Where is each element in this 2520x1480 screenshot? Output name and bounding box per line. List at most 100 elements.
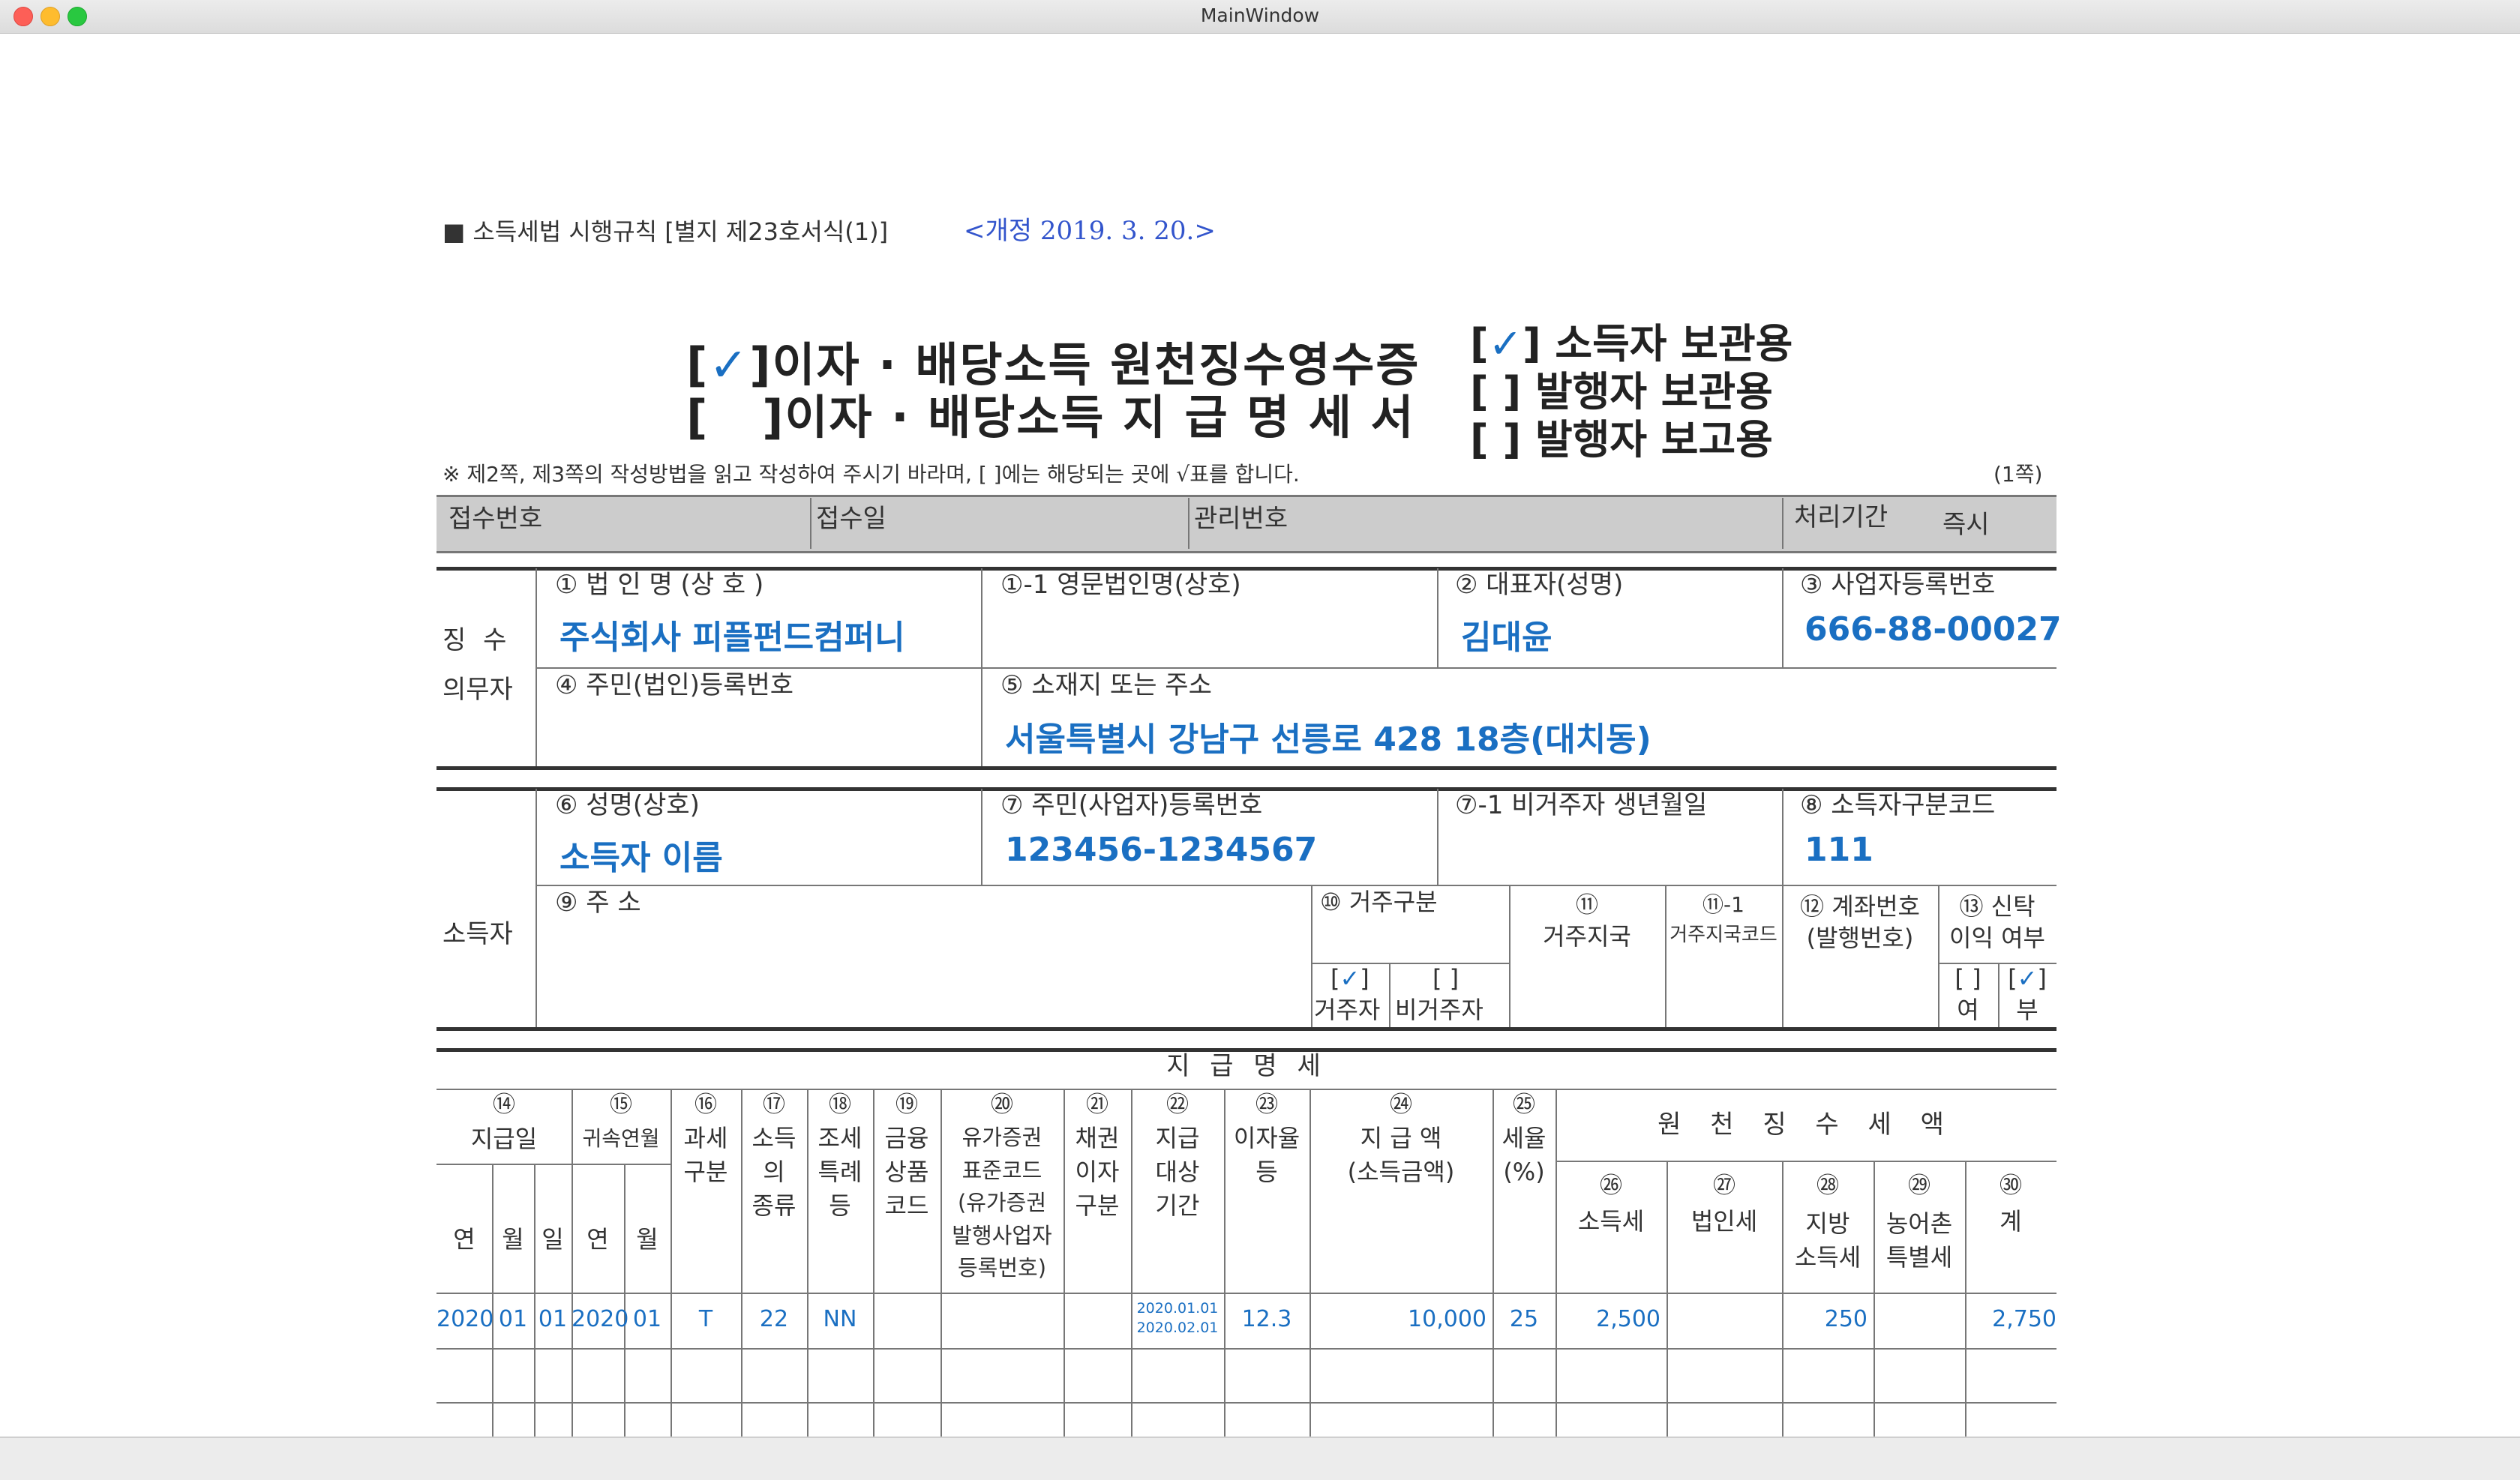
col24-header-amount: 지 급 액 (소득금액) — [1347, 1124, 1455, 1186]
rule — [436, 1089, 2056, 1090]
processing-period-value: 즉시 — [1942, 510, 1990, 540]
receipt-date-label: 접수일 — [816, 504, 886, 534]
cell-pay-day: 01 — [538, 1306, 568, 1332]
copy-issuer-report-row: [ ] 발행자 보고용 — [1470, 416, 1773, 463]
col20-header: 유가증권 표준코드 (유가증권 발행사업자 등록번호) — [952, 1125, 1052, 1281]
col29-header-rural-tax: 농어촌 특별세 — [1886, 1209, 1953, 1272]
document-page: ■ 소득세법 시행규칙 [별지 제23호서식(1)] <개정 2019. 3. … — [0, 33, 2520, 1437]
col22-header: 지급 대상 기간 — [1155, 1124, 1200, 1220]
payer-resno-label: ④ 주민(법인)등록번호 — [555, 670, 794, 700]
window-title: MainWindow — [1200, 4, 1320, 26]
cell-rate: 12.3 — [1241, 1306, 1292, 1332]
cell-period-from: 2020.01.01 — [1136, 1300, 1219, 1317]
divider — [624, 1164, 626, 1437]
status-bar — [0, 1437, 2520, 1480]
residence-country-label: 거주지국 — [1543, 922, 1631, 951]
col17-header: 소득 의 종류 — [752, 1124, 796, 1220]
trust-yes-label: 여 — [1957, 996, 1979, 1024]
representative-label: ② 대표자(성명) — [1455, 570, 1624, 600]
divider — [981, 568, 982, 766]
residency-label: ⑩ 거주구분 — [1320, 888, 1438, 916]
cell-special: NN — [823, 1306, 857, 1332]
sub-month-2: 월 — [636, 1225, 658, 1254]
nonresident-checkbox[interactable]: [ ] — [1432, 964, 1459, 993]
copy-issuer-report-label: 발행자 보고용 — [1534, 416, 1773, 463]
divider — [536, 789, 537, 1027]
col23-header: 이자율 등 — [1233, 1124, 1300, 1186]
residence-country-code-label: 거주지국코드 — [1670, 924, 1778, 946]
earner-name-label: ⑥ 성명(상호) — [555, 790, 700, 820]
col23-num: ㉓ — [1256, 1092, 1278, 1118]
col18-num: ⑱ — [829, 1092, 851, 1118]
receipt-no-label: 접수번호 — [448, 504, 543, 534]
rule — [436, 1293, 2056, 1294]
divider — [1782, 498, 1784, 549]
divider — [1782, 568, 1784, 667]
trust-income-label-2: 이익 여부 — [1949, 924, 2045, 952]
trust-no-label: 부 — [2016, 996, 2038, 1024]
eng-corp-name-label: ①-1 영문법인명(상호) — [1000, 570, 1241, 600]
rule — [436, 1348, 2056, 1350]
resident-label: 거주자 — [1314, 996, 1381, 1024]
trust-yes-checkbox[interactable]: [ ] — [1938, 964, 1998, 993]
rule — [436, 1164, 670, 1165]
cell-pay-month: 01 — [498, 1306, 528, 1332]
col25-header-tax-rate: 세율 (%) — [1502, 1124, 1546, 1186]
divider — [1782, 1161, 1784, 1437]
regulation-label: ■ 소득세법 시행규칙 [별지 제23호서식(1)] — [442, 217, 889, 246]
divider — [1437, 568, 1438, 667]
col17-num: ⑰ — [763, 1092, 785, 1118]
payer-address-value: 서울특별시 강남구 선릉로 428 18층(대치동) — [1005, 721, 1652, 759]
cell-income-type: 22 — [759, 1306, 789, 1332]
nonresident-birth-label: ⑦-1 비거주자 생년월일 — [1455, 790, 1708, 820]
account-no-label: ⑫ 계좌번호 — [1800, 892, 1920, 921]
col15-header-attribution: 귀속연월 — [582, 1126, 660, 1151]
rule — [536, 667, 2056, 669]
col21-header: 채권 이자 구분 — [1075, 1124, 1120, 1220]
rule — [436, 1402, 2056, 1404]
divider — [810, 498, 812, 549]
col16-num: ⑯ — [694, 1092, 717, 1118]
corp-name-value: 주식회사 피플펀드컴퍼니 — [560, 619, 905, 657]
representative-value: 김대윤 — [1461, 619, 1552, 657]
col18-header: 조세 특례 등 — [818, 1124, 862, 1220]
col14-num: ⑭ — [493, 1092, 515, 1118]
processing-period-label: 처리기간 — [1794, 502, 1888, 532]
col15-num: ⑮ — [610, 1092, 632, 1118]
earner-code-value: 111 — [1804, 831, 1874, 869]
rule — [1556, 1161, 2056, 1162]
withholding-tax-header: 원 천 징 수 세 액 — [1658, 1110, 1954, 1140]
col21-num: ㉑ — [1086, 1092, 1108, 1118]
col26-header-income-tax: 소득세 — [1577, 1207, 1645, 1236]
country-code-num: ⑪-1 — [1702, 892, 1744, 917]
col22-num: ㉒ — [1166, 1092, 1189, 1118]
resident-checkbox[interactable]: [✓] — [1330, 964, 1370, 993]
divider — [1965, 1161, 1966, 1437]
sub-day: 일 — [542, 1225, 564, 1254]
col27-header-corp-tax: 법인세 — [1690, 1207, 1758, 1236]
earner-section-label: 소득자 — [442, 919, 513, 949]
sub-year-2: 연 — [586, 1225, 609, 1254]
earner-code-label: ⑧ 소득자구분코드 — [1800, 790, 1996, 820]
cell-tax-type: T — [698, 1306, 713, 1332]
divider — [492, 1164, 494, 1437]
cell-local-tax: 250 — [1824, 1306, 1868, 1332]
divider — [1556, 1089, 1557, 1437]
resident-check-mark: ✓ — [1340, 964, 1360, 993]
cell-att-year: 2020 — [572, 1306, 629, 1332]
divider — [1389, 963, 1390, 1027]
cell-total: 2,750 — [1992, 1306, 2056, 1332]
revision-date: <개정 2019. 3. 20.> — [964, 216, 1216, 246]
account-no-label-2: (발행번호) — [1806, 924, 1914, 952]
nonresident-label: 비거주자 — [1395, 996, 1484, 1024]
corp-name-label: ① 법 인 명 (상 호 ) — [555, 570, 764, 600]
rule — [436, 1027, 2056, 1031]
trust-no-checkbox[interactable]: [✓] — [1998, 964, 2056, 993]
trust-no-check-mark: ✓ — [2017, 964, 2038, 993]
sub-year: 연 — [453, 1225, 476, 1254]
rule — [436, 766, 2056, 770]
col20-num: ⑳ — [991, 1092, 1013, 1118]
divider — [1437, 789, 1438, 885]
col28-num: ㉘ — [1816, 1173, 1839, 1199]
window-titlebar: MainWindow — [0, 0, 2520, 34]
